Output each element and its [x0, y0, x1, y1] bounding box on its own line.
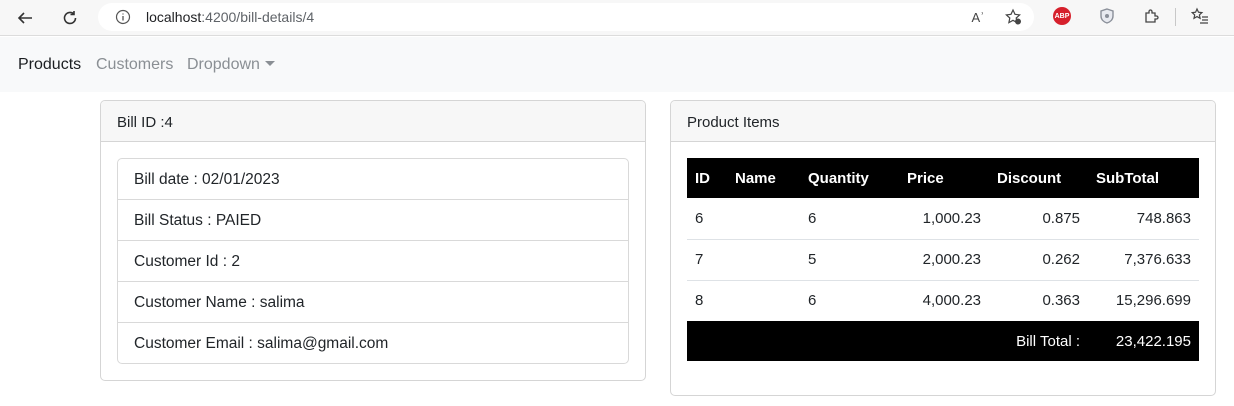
bill-card: Bill ID :4 Bill date : 02/01/2023 Bill S… [100, 100, 646, 381]
bill-date-item: Bill date : 02/01/2023 [118, 159, 628, 200]
bill-total-label: Bill Total : [687, 321, 1088, 361]
cell-quantity: 6 [808, 292, 817, 310]
nav-link-products[interactable]: Products [18, 56, 81, 74]
favorites-list-icon[interactable] [1190, 6, 1210, 26]
column-header-name: Name [727, 158, 800, 198]
cell-name [727, 198, 800, 240]
table-header-row: ID Name Quantity Price Discount SubTotal [687, 158, 1199, 198]
adblock-plus-icon[interactable]: ABP [1053, 7, 1071, 25]
cell-discount: 0.262 [989, 239, 1088, 281]
cell-id: 6 [687, 198, 727, 240]
app-navbar: Products Customers Dropdown [0, 37, 1234, 92]
url-text[interactable]: localhost:4200/bill-details/4 [146, 9, 314, 25]
back-arrow-icon [17, 12, 32, 24]
cell-discount: 0.875 [989, 198, 1088, 240]
table-row: 7 5 2,000.23 0.262 7,376.633 [687, 239, 1199, 281]
cell-quantity: 6 [800, 198, 899, 240]
nav-link-customers[interactable]: Customers [96, 56, 173, 74]
column-header-price: Price [899, 158, 989, 198]
bill-status-item: Bill Status : PAIED [118, 200, 628, 241]
address-bar[interactable]: localhost:4200/bill-details/4 Aʾ [98, 3, 1034, 31]
table-row: 6 6 1,000.23 0.875 748.863 [687, 198, 1199, 240]
column-header-id: ID [687, 158, 727, 198]
column-header-discount: Discount [989, 158, 1088, 198]
bill-details-list: Bill date : 02/01/2023 Bill Status : PAI… [117, 158, 629, 364]
caret-down-icon [264, 61, 275, 66]
read-aloud-icon[interactable]: Aʾ [968, 8, 988, 26]
customer-id-item: Customer Id : 2 [118, 241, 628, 282]
site-info-icon[interactable] [115, 9, 131, 25]
product-items-header: Product Items [671, 101, 1215, 142]
cell-price: 4,000.23 [922, 292, 981, 310]
cell-subtotal: 15,296.699 [1115, 292, 1191, 310]
column-header-subtotal: SubTotal [1088, 158, 1199, 198]
favorite-star-icon[interactable] [1003, 8, 1023, 26]
cell-subtotal: 7,376.633 [1088, 239, 1199, 281]
cell-price: 2,000.23 [899, 239, 989, 281]
bill-total-value: 23,422.195 [1088, 321, 1199, 361]
product-items-table: ID Name Quantity Price Discount SubTotal… [687, 158, 1199, 361]
refresh-button[interactable] [56, 4, 84, 32]
bill-card-header: Bill ID :4 [101, 101, 645, 142]
back-button[interactable] [11, 4, 39, 32]
shield-extension-icon[interactable] [1097, 6, 1117, 26]
table-row: 8 6 4,000.23 0.363 15,296.699 [687, 280, 1199, 321]
cell-name [727, 239, 800, 281]
product-items-card: Product Items ID Name Quantity Price Dis… [670, 100, 1216, 396]
customer-email-item: Customer Email : salima@gmail.com [134, 335, 389, 352]
cell-discount: 0.363 [1042, 292, 1080, 310]
cell-id: 8 [695, 292, 704, 310]
cell-name [727, 280, 800, 321]
cell-id: 7 [687, 239, 727, 281]
cell-price: 1,000.23 [899, 198, 989, 240]
refresh-icon [63, 11, 77, 25]
column-header-quantity: Quantity [800, 158, 899, 198]
nav-dropdown-toggle[interactable]: Dropdown [187, 56, 275, 74]
browser-toolbar: localhost:4200/bill-details/4 Aʾ ABP [0, 0, 1234, 36]
cell-subtotal: 748.863 [1088, 198, 1199, 240]
customer-name-item: Customer Name : salima [118, 282, 628, 323]
toolbar-divider [1175, 8, 1176, 26]
cell-quantity: 5 [800, 239, 899, 281]
extensions-puzzle-icon[interactable] [1141, 6, 1161, 26]
bill-total-row: Bill Total : 23,422.195 [687, 321, 1199, 361]
